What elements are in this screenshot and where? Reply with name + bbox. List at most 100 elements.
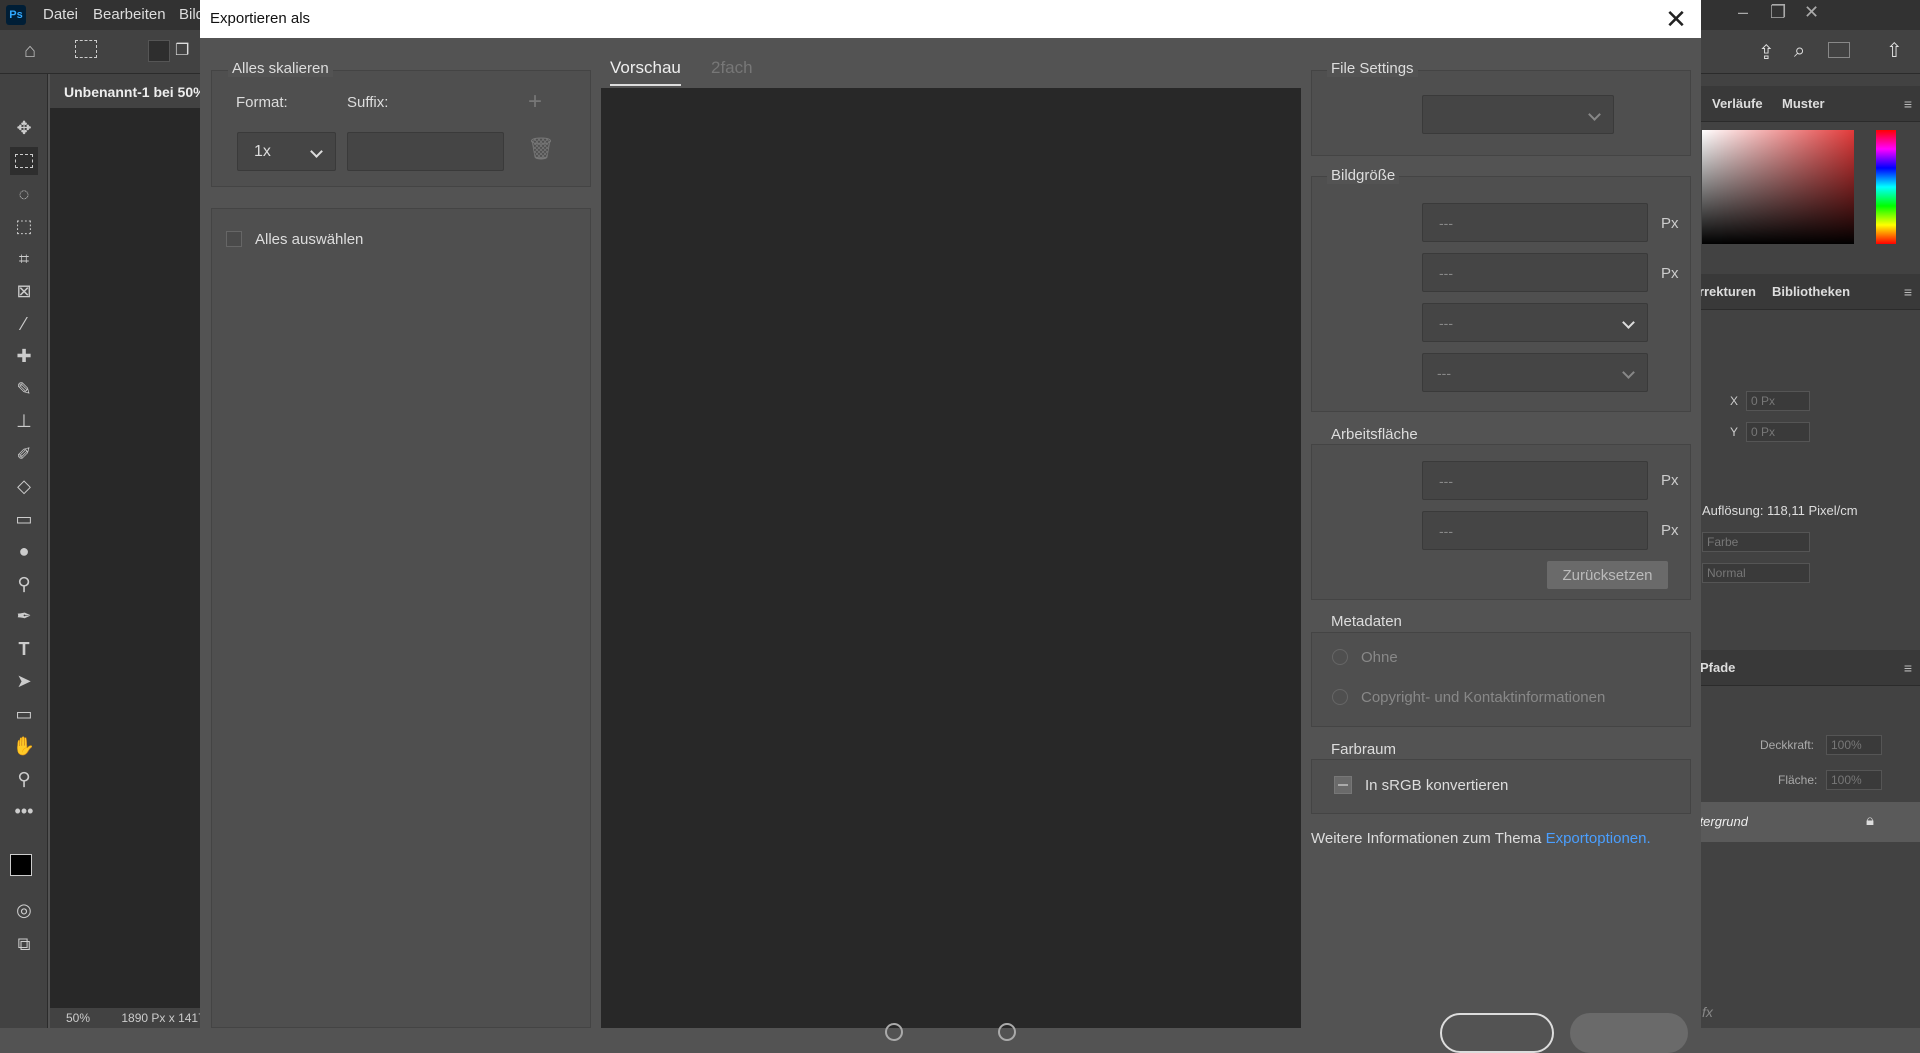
- foreground-color-swatch[interactable]: [10, 854, 32, 876]
- home-icon[interactable]: ⌂: [24, 40, 36, 63]
- reset-button[interactable]: Zurücksetzen: [1547, 561, 1668, 589]
- type-tool-icon[interactable]: T: [10, 635, 38, 663]
- brush-tool-icon[interactable]: ✎: [10, 375, 38, 403]
- tab-gradients[interactable]: Verläufe: [1712, 96, 1763, 111]
- window-controls: – ❐ ✕: [1730, 0, 1920, 30]
- panel-menu-icon[interactable]: ≡: [1904, 284, 1912, 300]
- marquee-tool-icon[interactable]: [10, 147, 38, 175]
- metadata-none-radio[interactable]: [1332, 649, 1348, 665]
- color-field[interactable]: [1702, 130, 1854, 244]
- hand-tool-icon[interactable]: ✋: [10, 732, 38, 760]
- healing-brush-tool-icon[interactable]: ✚: [10, 342, 38, 370]
- canvas-title: Arbeitsfläche: [1327, 426, 1422, 443]
- more-tools-icon[interactable]: •••: [10, 797, 38, 825]
- workspace-icon[interactable]: [1828, 42, 1850, 58]
- color-panel-header: Verläufe Muster ≡: [1700, 86, 1920, 122]
- canvas-width-unit: Px: [1661, 472, 1679, 489]
- info-line: Weitere Informationen zum Thema Exportop…: [1311, 830, 1651, 847]
- menu-image[interactable]: Bild: [179, 6, 200, 23]
- tab-paths[interactable]: Pfade: [1700, 660, 1735, 675]
- quick-mask-icon[interactable]: ◎: [10, 896, 38, 924]
- blur-tool-icon[interactable]: ●: [10, 537, 38, 565]
- metadata-none-label: Ohne: [1361, 649, 1398, 666]
- new-selection-icon[interactable]: [148, 40, 170, 62]
- photoshop-logo-icon: Ps: [6, 5, 26, 25]
- scale-select-value: 1x: [254, 142, 271, 160]
- scale-select[interactable]: 1x: [237, 132, 336, 171]
- trash-icon[interactable]: 🗑︎: [527, 136, 555, 162]
- y-field[interactable]: 0 Px: [1746, 422, 1810, 442]
- properties-panel-header: Korrekturen Bibliotheken ≡: [1692, 274, 1920, 310]
- status-doc-size: 1890 Px x 1417: [121, 1011, 200, 1025]
- pen-tool-icon[interactable]: ✒: [10, 602, 38, 630]
- close-icon[interactable]: ✕: [1661, 4, 1691, 34]
- add-selection-icon[interactable]: ❐: [175, 40, 197, 62]
- zoom-in-icon[interactable]: [998, 1023, 1016, 1041]
- layer-row[interactable]: Hintergrund 🔒︎: [1692, 802, 1920, 842]
- tab-corrections[interactable]: Korrekturen: [1692, 284, 1756, 299]
- image-width-input[interactable]: ---: [1422, 203, 1648, 242]
- panel-menu-icon[interactable]: ≡: [1904, 660, 1912, 676]
- tab-2x[interactable]: 2fach: [711, 58, 753, 78]
- select-all-checkbox[interactable]: [226, 231, 242, 247]
- resample-value: ---: [1437, 364, 1451, 381]
- panel-menu-icon[interactable]: ≡: [1904, 96, 1912, 112]
- checkbox-indeterminate-icon: [1338, 784, 1348, 786]
- canvas-width-input[interactable]: ---: [1422, 461, 1648, 500]
- x-field[interactable]: 0 Px: [1746, 391, 1810, 411]
- canvas-height-input[interactable]: ---: [1422, 511, 1648, 550]
- chevron-down-icon: [1622, 315, 1635, 329]
- cancel-button[interactable]: [1440, 1013, 1554, 1053]
- image-height-input[interactable]: ---: [1422, 253, 1648, 292]
- opacity-label: Deckkraft:: [1760, 738, 1815, 752]
- eyedropper-tool-icon[interactable]: ⁄: [10, 310, 38, 338]
- zoom-tool-icon[interactable]: ⚲: [10, 765, 38, 793]
- srgb-checkbox[interactable]: [1334, 776, 1352, 794]
- color-mode-select[interactable]: Farbe: [1702, 532, 1810, 552]
- history-brush-tool-icon[interactable]: ✐: [10, 440, 38, 468]
- metadata-copyright-radio[interactable]: [1332, 689, 1348, 705]
- add-scale-icon[interactable]: +: [528, 88, 542, 116]
- image-size-title: Bildgröße: [1327, 167, 1400, 184]
- frame-tool-icon[interactable]: ⊠: [10, 277, 38, 305]
- menu-file[interactable]: Datei: [43, 6, 78, 23]
- tab-libraries[interactable]: Bibliotheken: [1772, 284, 1850, 299]
- opacity-field[interactable]: 100%: [1826, 735, 1882, 755]
- document-tab[interactable]: Unbenannt-1 bei 50%: [50, 74, 200, 108]
- restore-icon[interactable]: ❐: [1770, 2, 1786, 23]
- share-icon[interactable]: ⇪: [1758, 40, 1775, 65]
- menu-edit[interactable]: Bearbeiten: [93, 6, 166, 23]
- zoom-out-icon[interactable]: [885, 1023, 903, 1041]
- fill-field[interactable]: 100%: [1826, 770, 1882, 790]
- export-share-icon[interactable]: ⇧: [1886, 38, 1903, 63]
- metadata-title: Metadaten: [1327, 613, 1406, 630]
- rectangle-tool-icon[interactable]: ▭: [10, 700, 38, 728]
- fx-icon[interactable]: fx: [1702, 1004, 1713, 1020]
- marquee-option-icon[interactable]: [75, 40, 97, 58]
- screen-mode-icon[interactable]: ⧉: [10, 930, 38, 958]
- path-select-tool-icon[interactable]: ➤: [10, 667, 38, 695]
- tab-patterns[interactable]: Muster: [1782, 96, 1825, 111]
- close-window-icon[interactable]: ✕: [1804, 2, 1819, 23]
- search-icon[interactable]: ⌕: [1794, 40, 1805, 63]
- export-button[interactable]: [1570, 1013, 1688, 1053]
- suffix-input[interactable]: [347, 132, 504, 171]
- y-label: Y: [1730, 425, 1739, 439]
- object-select-tool-icon[interactable]: ⬚: [10, 212, 38, 240]
- move-tool-icon[interactable]: ✥: [10, 114, 38, 142]
- crop-tool-icon[interactable]: ⌗: [10, 245, 38, 273]
- file-format-select[interactable]: [1422, 95, 1614, 134]
- dodge-tool-icon[interactable]: ⚲: [10, 570, 38, 598]
- stamp-tool-icon[interactable]: ⊥: [10, 407, 38, 435]
- export-options-link[interactable]: Exportoptionen.: [1546, 830, 1651, 847]
- minimize-icon[interactable]: –: [1738, 2, 1748, 23]
- resample-select[interactable]: ---: [1422, 353, 1648, 392]
- lasso-tool-icon[interactable]: ◌: [10, 180, 38, 208]
- blend-select[interactable]: Normal: [1702, 563, 1810, 583]
- tab-preview[interactable]: Vorschau: [610, 58, 681, 78]
- hue-slider[interactable]: [1876, 130, 1896, 244]
- gradient-tool-icon[interactable]: ▭: [10, 505, 38, 533]
- scale-percent-select[interactable]: ---: [1422, 303, 1648, 342]
- chevron-down-icon: [1588, 107, 1601, 121]
- eraser-tool-icon[interactable]: ◇: [10, 472, 38, 500]
